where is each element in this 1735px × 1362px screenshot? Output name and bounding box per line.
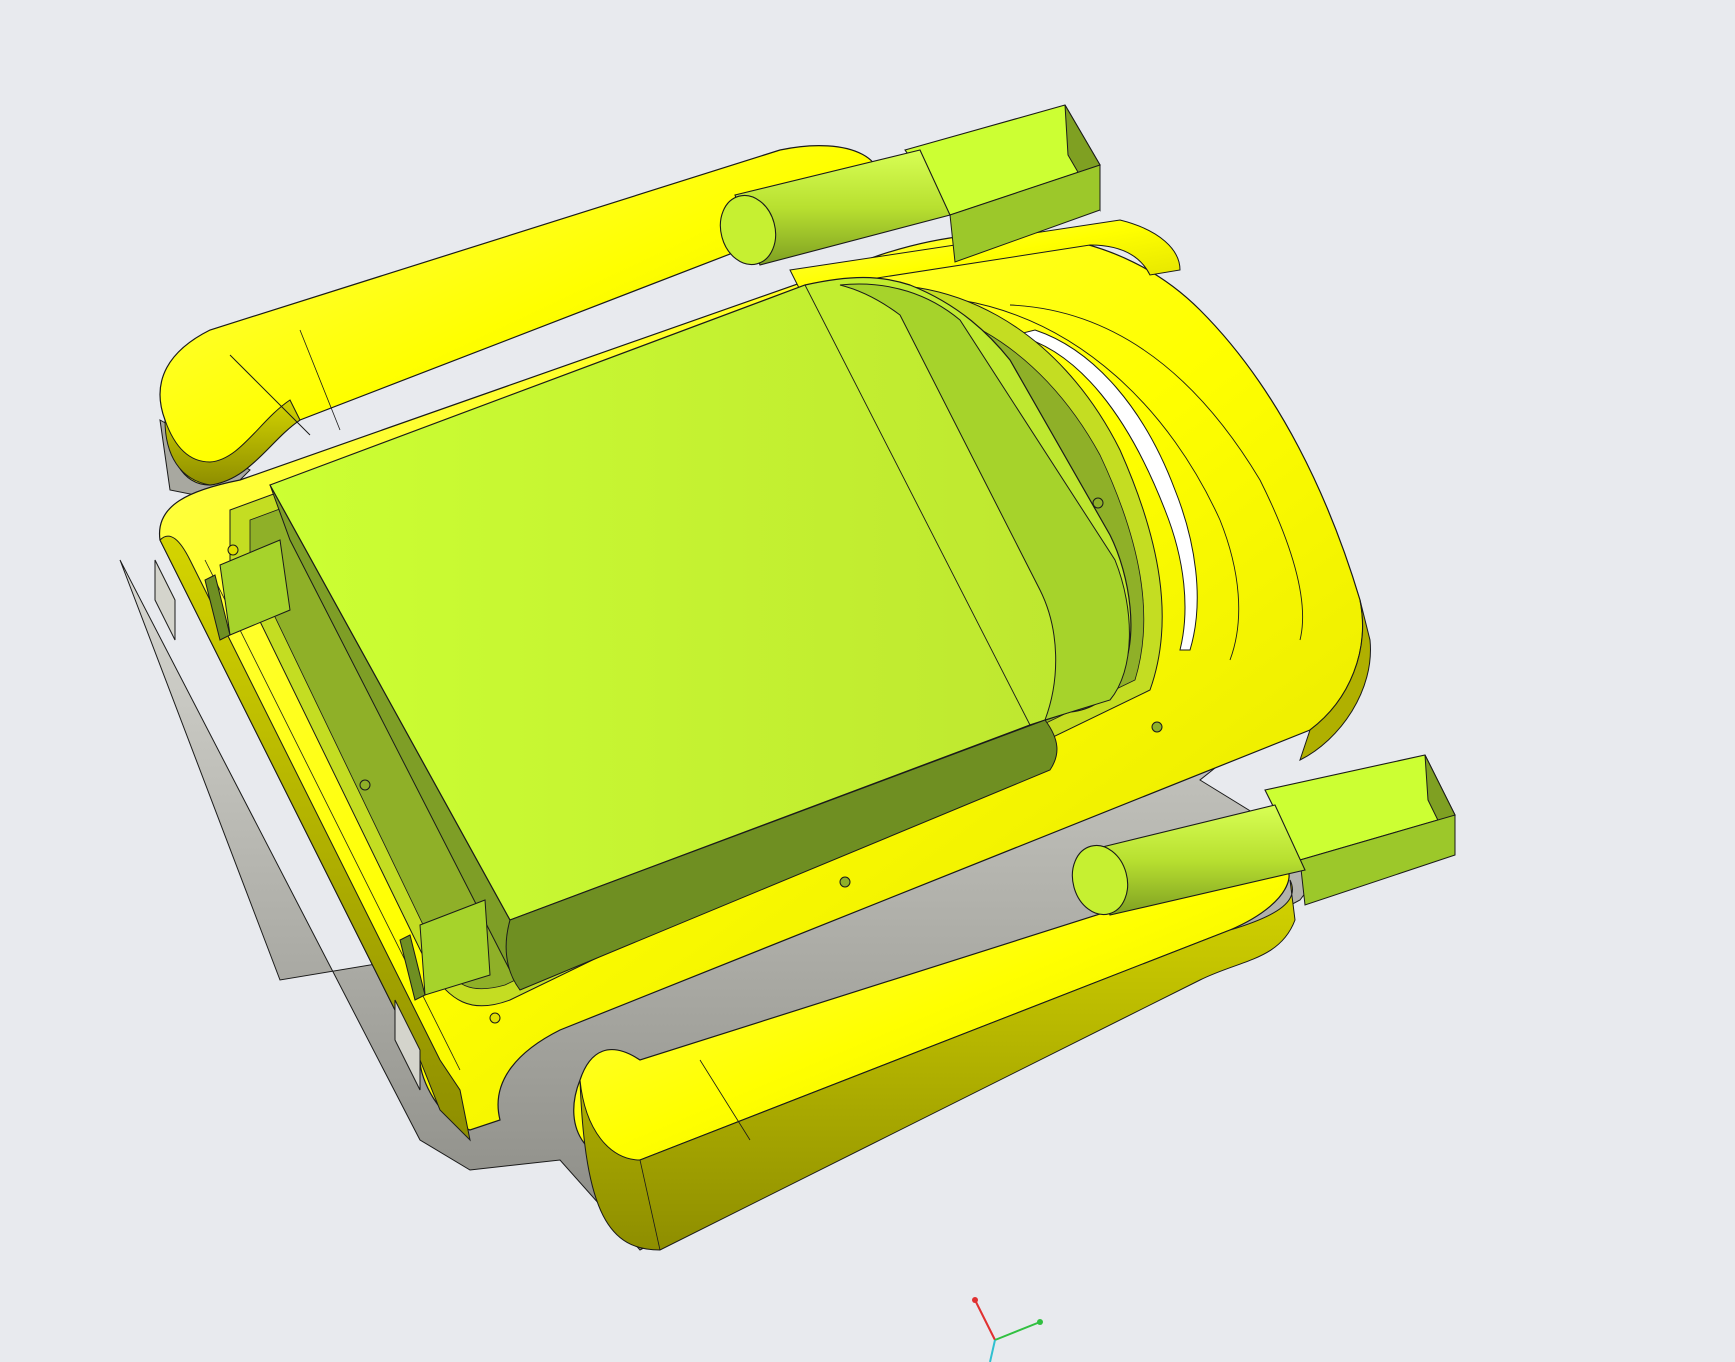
y-axis-tip-icon: [1037, 1319, 1043, 1325]
orientation-triad-icon[interactable]: [950, 1285, 1050, 1362]
graphics-viewport[interactable]: [0, 0, 1735, 1362]
x-axis-icon: [974, 1299, 996, 1341]
x-axis-tip-icon: [972, 1297, 978, 1303]
cad-model[interactable]: [0, 0, 1735, 1362]
z-axis-icon: [989, 1339, 996, 1362]
y-axis-icon: [994, 1321, 1041, 1341]
